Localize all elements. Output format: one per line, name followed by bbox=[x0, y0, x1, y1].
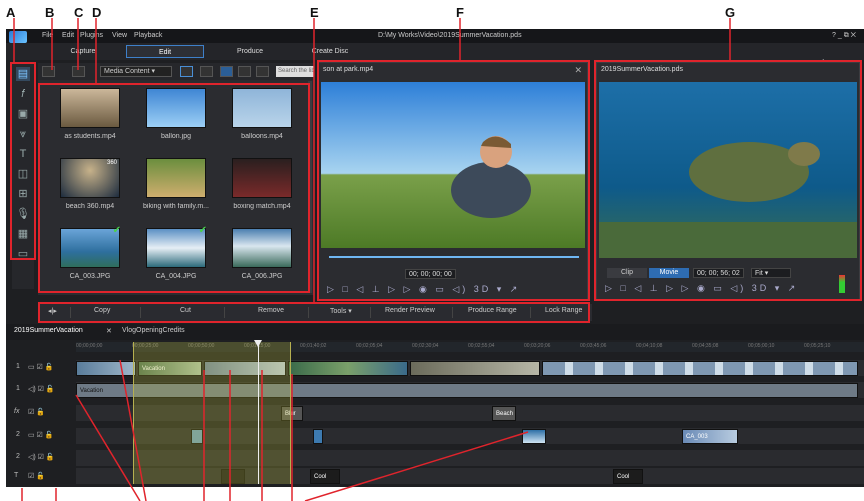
figure: A B C D E F G File Edit Plugins View Pla… bbox=[0, 0, 864, 501]
callout-lines bbox=[13, 18, 731, 501]
